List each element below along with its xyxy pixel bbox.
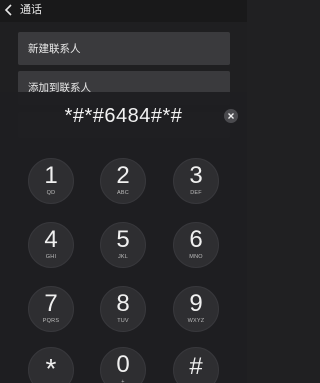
key-letters: PQRS [42,318,60,324]
dial-key-4[interactable]: 4 GHI [28,222,74,268]
dialer-panel: *#*#6484#*# 1 QD 2 ABC 3 DEF 4 GHI 5 JKL [0,92,247,383]
key-digit: 5 [116,226,130,253]
key-letters: JKL [117,254,129,260]
dial-key-0[interactable]: 0 + [100,347,146,383]
new-contact-button[interactable]: 新建联系人 [18,32,230,65]
dial-key-hash[interactable]: # [173,347,219,383]
key-letters: + [121,379,125,383]
phone-screen: 通话 新建联系人 添加到联系人 *#*#6484#*# 1 QD 2 ABC 3… [0,0,247,383]
key-digit: * [45,353,57,383]
dial-key-3[interactable]: 3 DEF [173,158,219,204]
dial-key-1[interactable]: 1 QD [28,158,74,204]
page-title: 通话 [20,4,42,16]
chevron-left-icon[interactable] [3,3,15,17]
key-digit: 4 [44,226,58,253]
dial-key-2[interactable]: 2 ABC [100,158,146,204]
key-digit: 9 [189,290,203,317]
key-digit: 2 [116,162,130,189]
key-digit: # [189,353,203,380]
key-letters: GHI [45,254,57,260]
close-icon[interactable] [224,109,238,123]
key-digit: 0 [116,351,130,378]
dialed-number: *#*#6484#*# [64,105,183,127]
key-digit: 6 [189,226,203,253]
dial-key-8[interactable]: 8 TUV [100,286,146,332]
dial-key-star[interactable]: * [28,347,74,383]
key-letters: ABC [117,190,129,196]
key-letters: MNO [189,254,203,260]
top-bar: 通话 [0,0,247,22]
key-letters: DEF [190,190,202,196]
dial-key-9[interactable]: 9 WXYZ [173,286,219,332]
dial-key-5[interactable]: 5 JKL [100,222,146,268]
key-digit: 7 [44,290,58,317]
key-digit: 8 [116,290,130,317]
key-digit: 3 [189,162,203,189]
dial-key-7[interactable]: 7 PQRS [28,286,74,332]
key-letters: WXYZ [187,318,205,324]
key-letters: TUV [117,318,129,324]
dial-key-6[interactable]: 6 MNO [173,222,219,268]
key-letters: QD [46,190,56,196]
new-contact-label: 新建联系人 [28,43,81,55]
key-digit: 1 [44,162,58,189]
